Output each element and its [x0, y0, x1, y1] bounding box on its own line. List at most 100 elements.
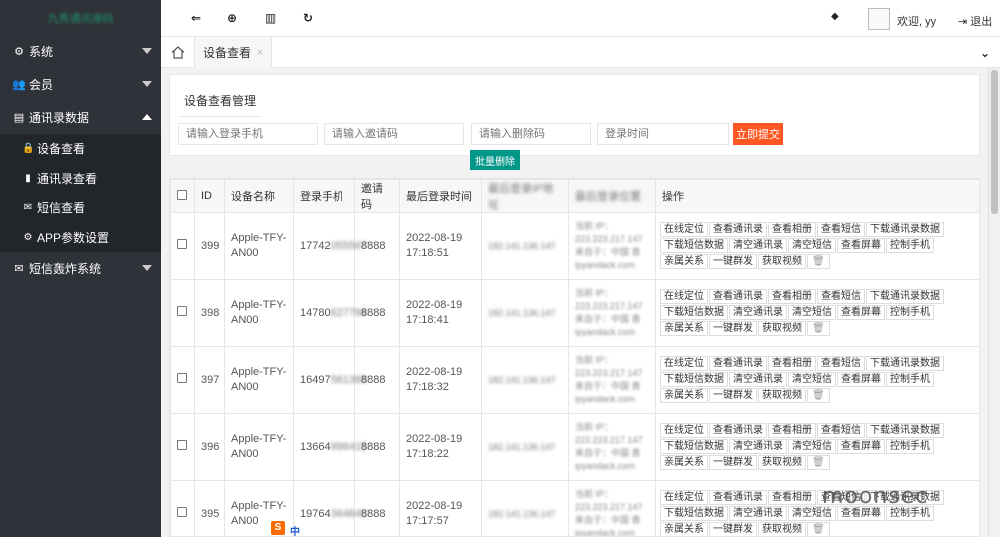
action-button[interactable]: 查看屏幕: [837, 238, 885, 253]
row-checkbox[interactable]: [177, 305, 187, 316]
tab-device-view[interactable]: 设备查看 ×: [195, 37, 273, 68]
action-button[interactable]: 查看通讯录: [709, 356, 767, 371]
action-button[interactable]: 获取视频: [758, 455, 806, 470]
action-button[interactable]: 获取视频: [758, 522, 806, 536]
action-button[interactable]: 在线定位: [660, 356, 708, 371]
sidebar-item-system[interactable]: ⚙ 系统: [0, 35, 161, 68]
row-select-cell[interactable]: [170, 413, 195, 481]
trash-icon[interactable]: 🗑: [807, 321, 830, 336]
avatar[interactable]: [868, 8, 890, 30]
action-button[interactable]: 查看屏幕: [837, 439, 885, 454]
action-button[interactable]: 查看相册: [768, 289, 816, 304]
submit-button[interactable]: 立即提交: [733, 123, 783, 145]
action-button[interactable]: 亲属关系: [660, 455, 708, 470]
scrollbar-thumb[interactable]: [991, 70, 998, 214]
batch-delete-button[interactable]: 批量删除: [470, 150, 520, 170]
action-button[interactable]: 在线定位: [660, 423, 708, 438]
action-button[interactable]: 一键群发: [709, 522, 757, 536]
action-button[interactable]: 下载通讯录数据: [866, 222, 944, 237]
delete-code-input[interactable]: [471, 123, 591, 145]
action-button[interactable]: 查看相册: [768, 222, 816, 237]
action-button[interactable]: 清空通讯录: [729, 305, 787, 320]
row-select-cell[interactable]: [170, 480, 195, 536]
action-button[interactable]: 亲属关系: [660, 388, 708, 403]
select-all-cell[interactable]: [170, 179, 195, 213]
action-button[interactable]: 查看通讯录: [709, 289, 767, 304]
row-select-cell[interactable]: [170, 212, 195, 280]
action-button[interactable]: 清空通讯录: [729, 372, 787, 387]
action-button[interactable]: 控制手机: [886, 305, 934, 320]
action-button[interactable]: 一键群发: [709, 254, 757, 269]
action-button[interactable]: 查看相册: [768, 490, 816, 505]
row-checkbox[interactable]: [177, 506, 187, 517]
action-button[interactable]: 查看短信: [817, 222, 865, 237]
chevron-down-icon[interactable]: ⌄: [980, 46, 990, 60]
action-button[interactable]: 亲属关系: [660, 522, 708, 536]
action-button[interactable]: 下载通讯录数据: [866, 423, 944, 438]
action-button[interactable]: 下载短信数据: [660, 506, 728, 521]
bank-icon[interactable]: ▥: [265, 11, 276, 25]
action-button[interactable]: 查看相册: [768, 423, 816, 438]
action-button[interactable]: 查看屏幕: [837, 305, 885, 320]
action-button[interactable]: 下载短信数据: [660, 372, 728, 387]
trash-icon[interactable]: 🗑: [807, 254, 830, 269]
login-time-input[interactable]: [597, 123, 729, 145]
row-checkbox[interactable]: [177, 439, 187, 450]
select-all-checkbox[interactable]: [177, 189, 187, 200]
action-button[interactable]: 查看通讯录: [709, 222, 767, 237]
sidebar-item-members[interactable]: 👥 会员: [0, 68, 161, 101]
sidebar-item-contacts-data[interactable]: ▤ 通讯录数据: [0, 101, 161, 134]
logout-button[interactable]: ⇥ 退出: [958, 13, 992, 29]
action-button[interactable]: 下载通讯录数据: [866, 289, 944, 304]
welcome-text[interactable]: 欢迎, yy: [897, 13, 936, 29]
row-select-cell[interactable]: [170, 346, 195, 414]
action-button[interactable]: 查看短信: [817, 423, 865, 438]
tag-icon[interactable]: ◆: [831, 11, 839, 22]
ime-language-indicator[interactable]: 中: [290, 523, 300, 537]
action-button[interactable]: 清空通讯录: [729, 439, 787, 454]
action-button[interactable]: 在线定位: [660, 490, 708, 505]
action-button[interactable]: 在线定位: [660, 222, 708, 237]
sidebar-item-sms-bomb[interactable]: ✉ 短信轰炸系统: [0, 252, 161, 285]
action-button[interactable]: 亲属关系: [660, 254, 708, 269]
sidebar-subitem-sms-view[interactable]: ✉ 短信查看: [0, 193, 161, 223]
action-button[interactable]: 控制手机: [886, 238, 934, 253]
row-checkbox[interactable]: [177, 372, 187, 383]
action-button[interactable]: 查看通讯录: [709, 423, 767, 438]
action-button[interactable]: 清空短信: [788, 238, 836, 253]
trash-icon[interactable]: 🗑: [807, 522, 830, 536]
action-button[interactable]: 在线定位: [660, 289, 708, 304]
action-button[interactable]: 清空短信: [788, 372, 836, 387]
action-button[interactable]: 查看通讯录: [709, 490, 767, 505]
action-button[interactable]: 查看短信: [817, 356, 865, 371]
row-select-cell[interactable]: [170, 279, 195, 347]
action-button[interactable]: 控制手机: [886, 439, 934, 454]
vertical-scrollbar[interactable]: [988, 68, 1000, 537]
action-button[interactable]: 下载短信数据: [660, 238, 728, 253]
action-button[interactable]: 一键群发: [709, 388, 757, 403]
action-button[interactable]: 下载短信数据: [660, 305, 728, 320]
trash-icon[interactable]: 🗑: [807, 455, 830, 470]
action-button[interactable]: 获取视频: [758, 254, 806, 269]
action-button[interactable]: 查看短信: [817, 289, 865, 304]
action-button[interactable]: 获取视频: [758, 321, 806, 336]
action-button[interactable]: 清空通讯录: [729, 238, 787, 253]
action-button[interactable]: 一键群发: [709, 455, 757, 470]
target-icon[interactable]: ⊕: [227, 11, 237, 25]
action-button[interactable]: 查看相册: [768, 356, 816, 371]
action-button[interactable]: 控制手机: [886, 372, 934, 387]
back-arrow-icon[interactable]: ⇐: [191, 11, 201, 25]
action-button[interactable]: 一键群发: [709, 321, 757, 336]
action-button[interactable]: 下载短信数据: [660, 439, 728, 454]
action-button[interactable]: 获取视频: [758, 388, 806, 403]
action-button[interactable]: 清空短信: [788, 305, 836, 320]
invite-code-input[interactable]: [324, 123, 464, 145]
close-icon[interactable]: ×: [257, 47, 263, 59]
action-button[interactable]: 清空通讯录: [729, 506, 787, 521]
sidebar-subitem-contacts-view[interactable]: ▮ 通讯录查看: [0, 164, 161, 194]
sidebar-subitem-app-settings[interactable]: ⚙ APP参数设置: [0, 223, 161, 253]
trash-icon[interactable]: 🗑: [807, 388, 830, 403]
refresh-icon[interactable]: ↻: [303, 11, 313, 25]
ime-icon[interactable]: S: [271, 521, 285, 535]
action-button[interactable]: 查看屏幕: [837, 372, 885, 387]
